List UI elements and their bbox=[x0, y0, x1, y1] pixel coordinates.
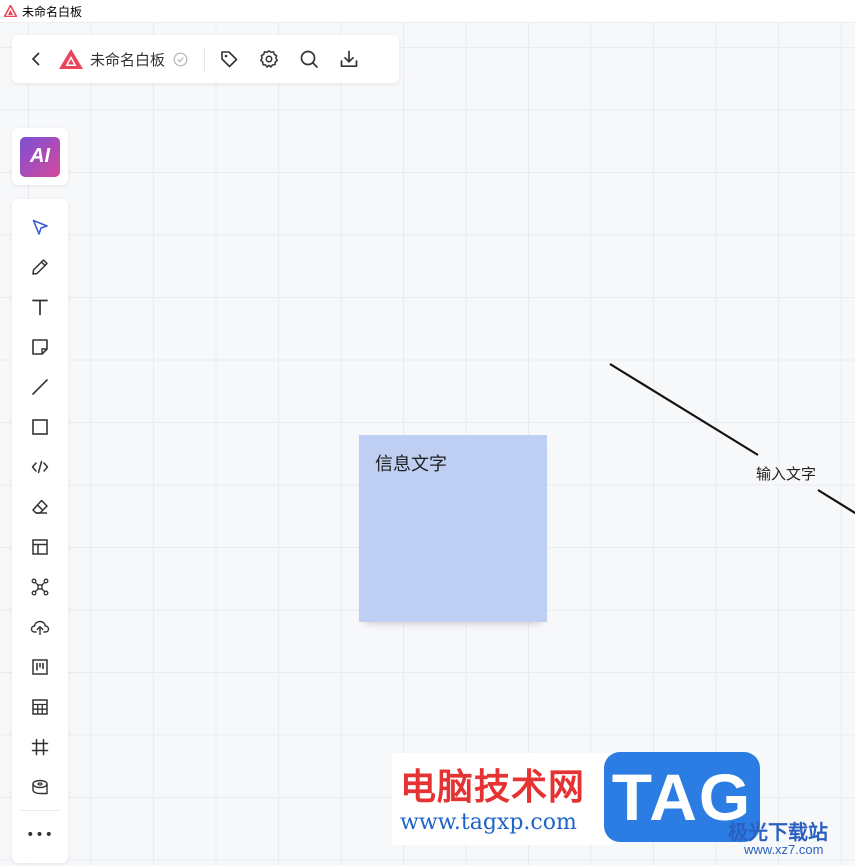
toolbar-divider bbox=[204, 47, 206, 71]
tape-icon[interactable] bbox=[26, 773, 54, 801]
eraser-icon[interactable] bbox=[26, 493, 54, 521]
rectangle-icon[interactable] bbox=[26, 413, 54, 441]
back-icon[interactable] bbox=[22, 45, 50, 73]
sticky-note-text[interactable]: 信息文字 bbox=[375, 450, 447, 476]
left-toolbar: ••• bbox=[12, 199, 68, 863]
watermark-url: www.tagxp.com bbox=[400, 810, 577, 835]
connector-line[interactable] bbox=[0, 0, 855, 866]
search-icon[interactable] bbox=[295, 45, 323, 73]
mindmap-icon[interactable] bbox=[26, 573, 54, 601]
tag-icon[interactable] bbox=[215, 45, 243, 73]
watermark-overlay: 电脑技术网 www.tagxp.com TAG 极光下载站 www.xz7.co… bbox=[392, 750, 855, 866]
upload-icon[interactable] bbox=[26, 613, 54, 641]
more-tools-button[interactable]: ••• bbox=[26, 821, 54, 849]
select-icon[interactable] bbox=[26, 213, 54, 241]
top-toolbar: 未命名白板 bbox=[12, 35, 399, 83]
layout-icon[interactable] bbox=[26, 533, 54, 561]
ai-panel: AI bbox=[12, 128, 68, 185]
gear-icon[interactable] bbox=[255, 45, 283, 73]
doc-title[interactable]: 未命名白板 bbox=[90, 49, 165, 70]
line-icon[interactable] bbox=[26, 373, 54, 401]
watermark-site-name: 极光下载站 bbox=[728, 820, 828, 844]
kanban-icon[interactable] bbox=[26, 653, 54, 681]
toolbar-separator bbox=[20, 810, 60, 811]
download-icon[interactable] bbox=[335, 45, 363, 73]
text-icon[interactable] bbox=[26, 293, 54, 321]
saved-check-icon bbox=[173, 52, 188, 67]
sticky-note-icon[interactable] bbox=[26, 333, 54, 361]
ai-button[interactable]: AI bbox=[20, 136, 60, 177]
watermark-site-url: www.xz7.com bbox=[744, 842, 824, 857]
code-icon[interactable] bbox=[26, 453, 54, 481]
line-label[interactable]: 输入文字 bbox=[754, 463, 819, 484]
doc-logo-icon bbox=[58, 48, 84, 70]
watermark-cn-text: 电脑技术网 bbox=[400, 767, 586, 808]
frame-icon[interactable] bbox=[26, 733, 54, 761]
sticky-note[interactable]: 信息文字 bbox=[359, 435, 547, 622]
table-icon[interactable] bbox=[26, 693, 54, 721]
pencil-icon[interactable] bbox=[26, 253, 54, 281]
